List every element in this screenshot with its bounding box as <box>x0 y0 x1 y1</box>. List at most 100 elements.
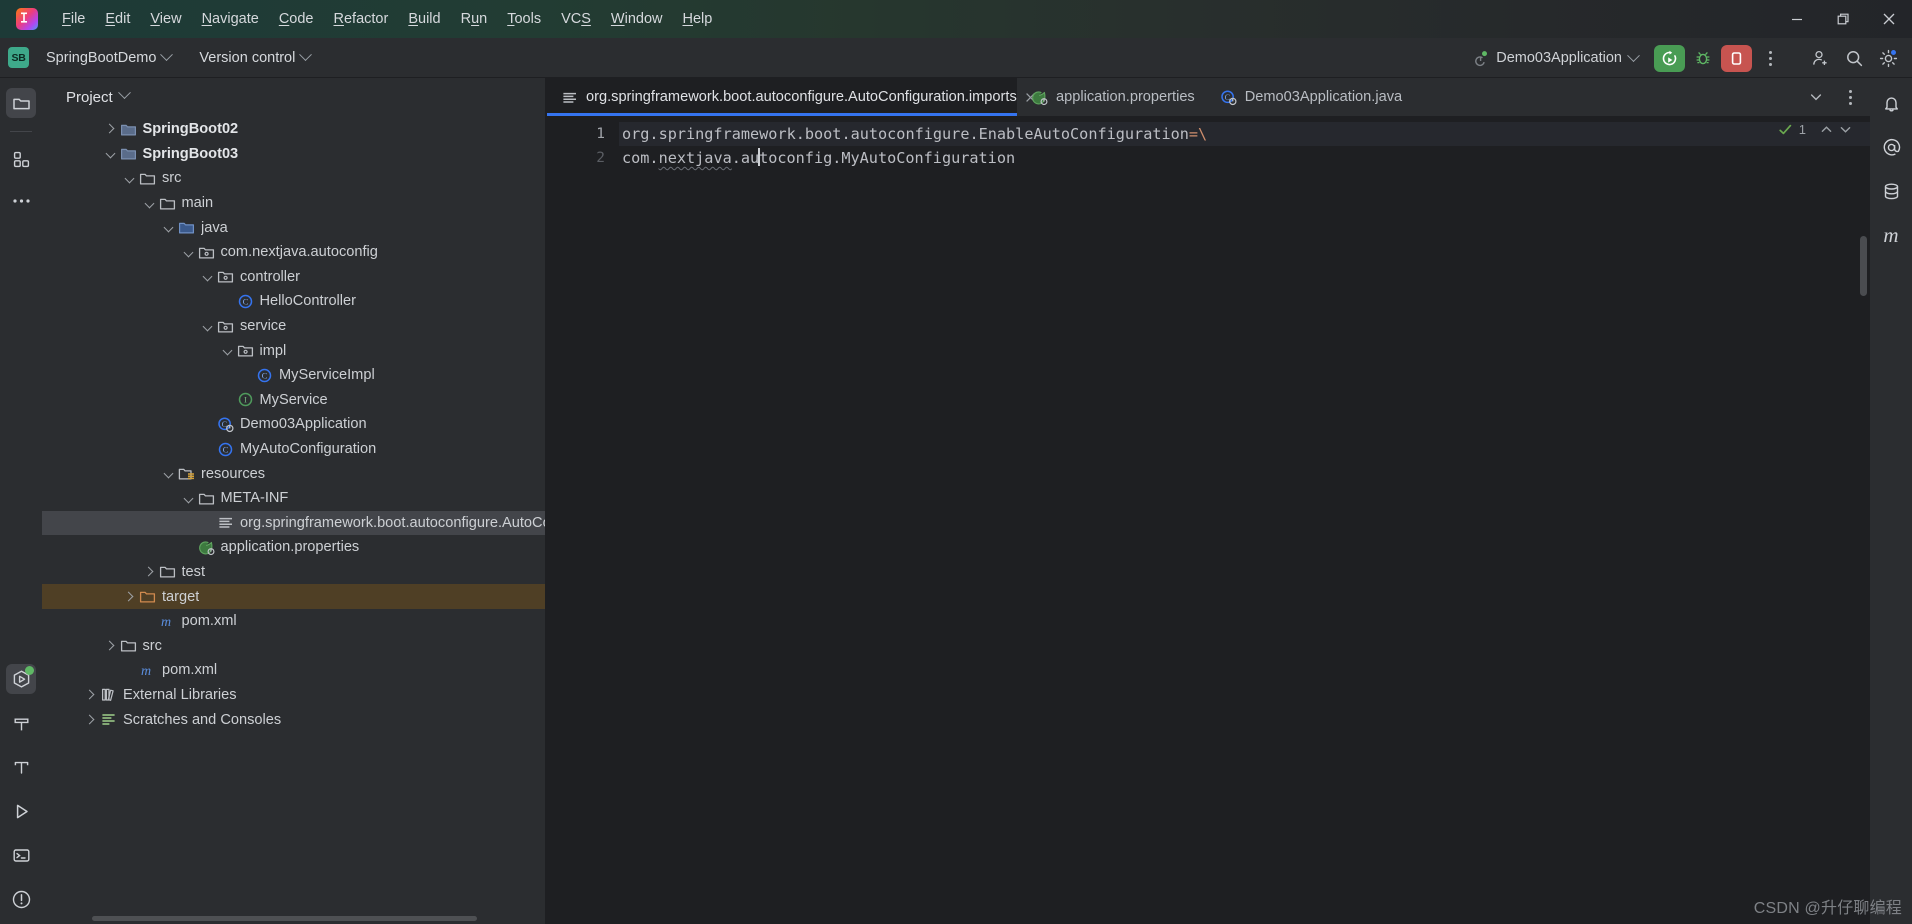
tree-row[interactable]: m pom.xml <box>42 609 545 634</box>
chevron-right-icon[interactable] <box>104 122 118 136</box>
menu-code[interactable]: Code <box>269 7 324 31</box>
sidebar-item-database[interactable] <box>1876 176 1906 206</box>
tree-row[interactable]: m pom.xml <box>42 658 545 683</box>
tree-row-label: Demo03Application <box>240 416 367 433</box>
editor-tab[interactable]: org.springframework.boot.autoconfigure.A… <box>547 78 1035 116</box>
sidebar-item-notifications[interactable] <box>1876 88 1906 118</box>
tree-row[interactable]: org.springframework.boot.autoconfigure.A… <box>42 510 545 536</box>
account-button[interactable] <box>1804 42 1836 74</box>
stop-button[interactable] <box>1721 44 1752 72</box>
sidebar-item-more[interactable] <box>6 186 36 216</box>
version-control-widget[interactable]: Version control <box>191 46 318 70</box>
menu-run[interactable]: Run <box>451 7 498 31</box>
tree-row[interactable]: C Demo03Application <box>42 412 545 437</box>
project-selector[interactable]: SpringBootDemo <box>38 46 179 70</box>
more-actions-button[interactable] <box>1754 42 1786 74</box>
tree-row[interactable]: target <box>42 584 545 609</box>
chevron-down-icon[interactable] <box>201 319 215 333</box>
tree-row[interactable]: C MyAutoConfiguration <box>42 437 545 462</box>
sidebar-item-project[interactable] <box>6 88 36 118</box>
menu-window[interactable]: Window <box>601 7 673 31</box>
menu-refactor[interactable]: Refactor <box>324 7 399 31</box>
menu-file[interactable]: File <box>52 7 95 31</box>
chevron-down-icon[interactable] <box>123 171 137 185</box>
chevron-up-icon[interactable] <box>1820 123 1833 136</box>
code-line-2[interactable]: com.nextjava.autoconfig.MyAutoConfigurat… <box>619 146 1870 170</box>
editor-tab[interactable]: C Demo03Application.java <box>1206 78 1413 116</box>
close-button[interactable] <box>1866 0 1912 38</box>
tree-row-label: resources <box>201 465 266 482</box>
code-content[interactable]: org.springframework.boot.autoconfigure.E… <box>619 116 1870 924</box>
tree-row[interactable]: src <box>42 633 545 658</box>
chevron-right-icon[interactable] <box>84 713 98 727</box>
chevron-down-icon[interactable] <box>182 245 196 259</box>
tree-row[interactable]: SpringBoot02 <box>42 117 545 142</box>
chevron-down-icon[interactable] <box>201 270 215 284</box>
tree-row[interactable]: service <box>42 314 545 339</box>
code-line-2-head: com. <box>622 149 659 167</box>
menu-help[interactable]: Help <box>672 7 722 31</box>
sidebar-item-structure[interactable] <box>6 752 36 782</box>
sidebar-item-maven[interactable]: m <box>1876 220 1906 250</box>
sidebar-item-build[interactable] <box>6 708 36 738</box>
tree-row[interactable]: src <box>42 166 545 191</box>
tree-row-label: SpringBoot03 <box>142 145 239 162</box>
tree-row[interactable]: External Libraries <box>42 683 545 708</box>
chevron-right-icon[interactable] <box>143 565 157 579</box>
code-editor[interactable]: 12 org.springframework.boot.autoconfigur… <box>547 116 1870 924</box>
project-horizontal-scrollbar[interactable] <box>92 916 477 921</box>
tree-row[interactable]: impl <box>42 338 545 363</box>
search-everywhere-button[interactable] <box>1838 42 1870 74</box>
tree-row[interactable]: I MyService <box>42 388 545 413</box>
chevron-down-icon[interactable] <box>143 196 157 210</box>
sidebar-item-terminal[interactable] <box>6 840 36 870</box>
editor-vertical-scrollbar[interactable] <box>1860 236 1867 296</box>
menu-view[interactable]: View <box>140 7 191 31</box>
settings-button[interactable] <box>1872 42 1904 74</box>
chevron-right-icon[interactable] <box>123 590 137 604</box>
tab-list-button[interactable] <box>1800 81 1832 113</box>
project-header[interactable]: Project <box>42 78 545 116</box>
chevron-right-icon[interactable] <box>84 688 98 702</box>
tree-row[interactable]: META-INF <box>42 486 545 511</box>
menu-vcs[interactable]: VCS <box>551 7 601 31</box>
chevron-down-icon[interactable] <box>1839 123 1852 136</box>
menu-build[interactable]: Build <box>398 7 450 31</box>
tree-row[interactable]: java <box>42 215 545 240</box>
tree-row[interactable]: application.properties <box>42 535 545 560</box>
chevron-down-icon[interactable] <box>182 491 196 505</box>
tree-row[interactable]: main <box>42 191 545 216</box>
editor-options-button[interactable] <box>1834 81 1866 113</box>
restore-button[interactable] <box>1820 0 1866 38</box>
sidebar-item-ai-assistant[interactable] <box>1876 132 1906 162</box>
tree-row[interactable]: com.nextjava.autoconfig <box>42 240 545 265</box>
tree-row[interactable]: Scratches and Consoles <box>42 707 545 732</box>
sidebar-item-services[interactable] <box>6 796 36 826</box>
tree-row[interactable]: controller <box>42 265 545 290</box>
menu-tools[interactable]: Tools <box>497 7 551 31</box>
minimize-button[interactable] <box>1774 0 1820 38</box>
tree-row-label: java <box>201 219 228 236</box>
inspection-widget[interactable]: 1 <box>1778 122 1852 137</box>
debug-button[interactable] <box>1687 42 1719 74</box>
sidebar-item-run[interactable] <box>6 664 36 694</box>
menu-navigate[interactable]: Navigate <box>192 7 269 31</box>
chevron-down-icon[interactable] <box>162 221 176 235</box>
menu-edit[interactable]: Edit <box>95 7 140 31</box>
run-configuration-selector[interactable]: Demo03Application <box>1464 46 1646 71</box>
tree-row[interactable]: C MyServiceImpl <box>42 363 545 388</box>
code-line-1[interactable]: org.springframework.boot.autoconfigure.E… <box>619 122 1870 146</box>
chevron-right-icon[interactable] <box>104 639 118 653</box>
editor-tab[interactable]: application.properties <box>1017 78 1206 116</box>
tree-row[interactable]: resources <box>42 461 545 486</box>
tree-row[interactable]: test <box>42 560 545 585</box>
chevron-down-icon[interactable] <box>221 344 235 358</box>
sidebar-item-commit[interactable] <box>6 144 36 174</box>
chevron-down-icon[interactable] <box>162 467 176 481</box>
sidebar-item-problems[interactable] <box>6 884 36 914</box>
tree-row[interactable]: SpringBoot03 <box>42 142 545 167</box>
run-button[interactable] <box>1654 44 1685 72</box>
chevron-down-icon[interactable] <box>104 147 118 161</box>
tree-row[interactable]: C HelloController <box>42 289 545 314</box>
project-tree[interactable]: SpringBoot02 SpringBoot03 src main java com.n… <box>42 116 545 924</box>
